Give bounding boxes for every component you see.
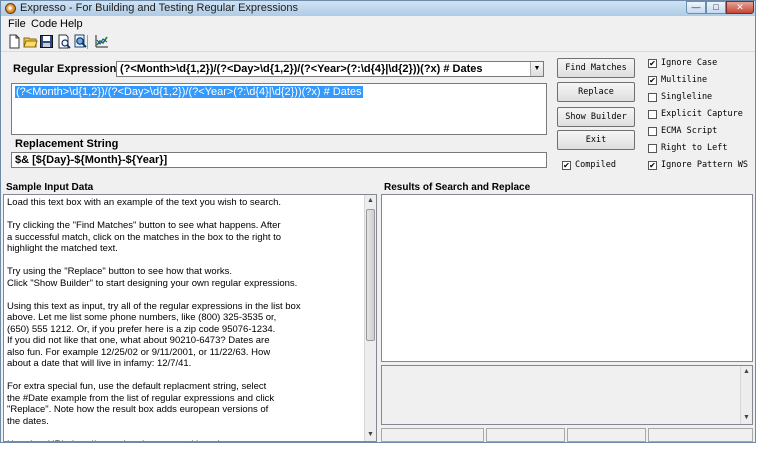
- sample-input-text: Load this text box with an example of th…: [7, 197, 363, 442]
- menu-file[interactable]: File: [8, 18, 26, 30]
- ignore-pattern-ws-checkbox[interactable]: ✔: [648, 161, 657, 170]
- toolbar: [1, 32, 755, 52]
- replace-button[interactable]: Replace: [557, 82, 635, 102]
- status-cell: [486, 428, 565, 442]
- expresso-app-icon: [5, 3, 16, 14]
- regex-dropdown-value: (?<Month>\d{1,2})/(?<Day>\d{1,2})/(?<Yea…: [120, 63, 483, 75]
- explicit-capture-label: Explicit Capture: [661, 109, 743, 119]
- sample-input-line: If you did not like that one, what about…: [7, 335, 270, 346]
- sample-input-line: Try using the "Replace" button to see ho…: [7, 266, 233, 277]
- explicit-capture-checkbox[interactable]: [648, 110, 657, 119]
- sample-input-line: above. Let me list some phone numbers, l…: [7, 312, 277, 323]
- sample-input-line: "Replace". Note how the result box adds …: [7, 404, 269, 415]
- sample-input-line: the dates.: [7, 415, 49, 427]
- singleline-label: Singleline: [661, 92, 713, 102]
- scroll-down-icon[interactable]: ▼: [741, 412, 752, 424]
- status-cell: [381, 428, 484, 442]
- sample-input-line: (650) 555 1212. Or, if you prefer here i…: [7, 323, 276, 335]
- details-scrollbar[interactable]: ▲ ▼: [740, 366, 752, 424]
- new-file-icon[interactable]: [7, 34, 22, 49]
- right-to-left-label: Right to Left: [661, 143, 728, 153]
- regex-editor[interactable]: (?<Month>\d{1,2})/(?<Day>\d{1,2})/(?<Yea…: [11, 83, 547, 135]
- compiled-label: Compiled: [575, 160, 616, 170]
- results-tree[interactable]: [381, 194, 753, 362]
- status-cell: [648, 428, 753, 442]
- maximize-button[interactable]: □: [706, 1, 726, 14]
- status-cell: [567, 428, 646, 442]
- sample-input-line: about a date that will live in infamy: 1…: [7, 358, 192, 369]
- multiline-label: Multiline: [661, 75, 708, 85]
- sample-input-line: [7, 209, 363, 221]
- sample-input-line: Try clicking the "Find Matches" button t…: [7, 220, 281, 231]
- sample-input-line: [7, 370, 363, 382]
- compiled-checkbox[interactable]: ✔: [562, 161, 571, 170]
- multiline-checkbox[interactable]: ✔: [648, 76, 657, 85]
- search-icon[interactable]: [73, 34, 88, 49]
- sample-input-line: Click "Show Builder" to start designing …: [7, 277, 298, 289]
- regex-editor-selected-text: (?<Month>\d{1,2})/(?<Day>\d{1,2})/(?<Yea…: [15, 86, 363, 98]
- regex-label: Regular Expression: [13, 63, 117, 75]
- toolbar-separator: [87, 35, 88, 49]
- save-disk-icon[interactable]: [39, 34, 54, 49]
- title-bar[interactable]: Expresso - For Building and Testing Regu…: [1, 1, 755, 16]
- sample-input-line: [7, 289, 363, 301]
- chart-icon[interactable]: [94, 34, 109, 49]
- sample-input-line: [7, 427, 363, 439]
- scroll-up-icon[interactable]: ▲: [741, 366, 752, 378]
- open-folder-icon[interactable]: [23, 34, 38, 49]
- sample-input-line: Using this text as input, try all of the…: [7, 300, 301, 312]
- replacement-input-value: $& [${Day}-${Month}-${Year}]: [15, 154, 168, 166]
- menu-help[interactable]: Help: [60, 18, 83, 30]
- replacement-input[interactable]: $& [${Day}-${Month}-${Year}]: [11, 152, 547, 168]
- ecma-script-checkbox[interactable]: [648, 127, 657, 136]
- ecma-script-label: ECMA Script: [661, 126, 718, 136]
- singleline-checkbox[interactable]: [648, 93, 657, 102]
- sample-input-line: For extra special fun, use the default r…: [7, 381, 267, 392]
- sample-input-line: Here is a URL: http://www.ultrapico.com …: [7, 439, 363, 442]
- replacement-label: Replacement String: [15, 138, 119, 150]
- sample-input-scrollbar[interactable]: ▲ ▼: [364, 195, 376, 441]
- chevron-down-icon[interactable]: ▼: [530, 62, 543, 76]
- window-title: Expresso - For Building and Testing Regu…: [20, 2, 298, 14]
- sample-input-line: also fun. For example 12/25/02 or 9/11/2…: [7, 346, 271, 358]
- show-builder-button[interactable]: Show Builder: [557, 107, 635, 127]
- sample-input-line: [7, 255, 363, 267]
- scroll-down-icon[interactable]: ▼: [365, 429, 376, 441]
- sample-input-textbox[interactable]: Load this text box with an example of th…: [3, 194, 377, 442]
- ignore-pattern-ws-label: Ignore Pattern WS: [661, 160, 748, 170]
- sample-input-line: highlight the matched text.: [7, 243, 118, 254]
- sample-input-line: the #Date example from the list of regul…: [7, 392, 275, 404]
- right-to-left-checkbox[interactable]: [648, 144, 657, 153]
- regex-library-dropdown[interactable]: (?<Month>\d{1,2})/(?<Day>\d{1,2})/(?<Yea…: [116, 61, 544, 77]
- scroll-up-icon[interactable]: ▲: [365, 195, 376, 207]
- ignore-case-checkbox[interactable]: ✔: [648, 59, 657, 68]
- close-button[interactable]: ✕: [726, 1, 754, 14]
- sample-input-line: Load this text box with an example of th…: [7, 197, 282, 208]
- app-window: Expresso - For Building and Testing Regu…: [0, 0, 756, 443]
- exit-button[interactable]: Exit: [557, 130, 635, 150]
- menu-bar: File Code Help: [1, 17, 755, 31]
- scrollbar-thumb[interactable]: [366, 209, 375, 341]
- results-details-box[interactable]: ▲ ▼: [381, 365, 753, 425]
- sample-input-line: a successful match, click on the matches…: [7, 231, 282, 243]
- find-matches-button[interactable]: Find Matches: [557, 58, 635, 78]
- print-preview-icon[interactable]: [57, 34, 72, 49]
- minimize-button[interactable]: —: [686, 1, 706, 14]
- ignore-case-label: Ignore Case: [661, 58, 718, 68]
- menu-code[interactable]: Code: [31, 18, 57, 30]
